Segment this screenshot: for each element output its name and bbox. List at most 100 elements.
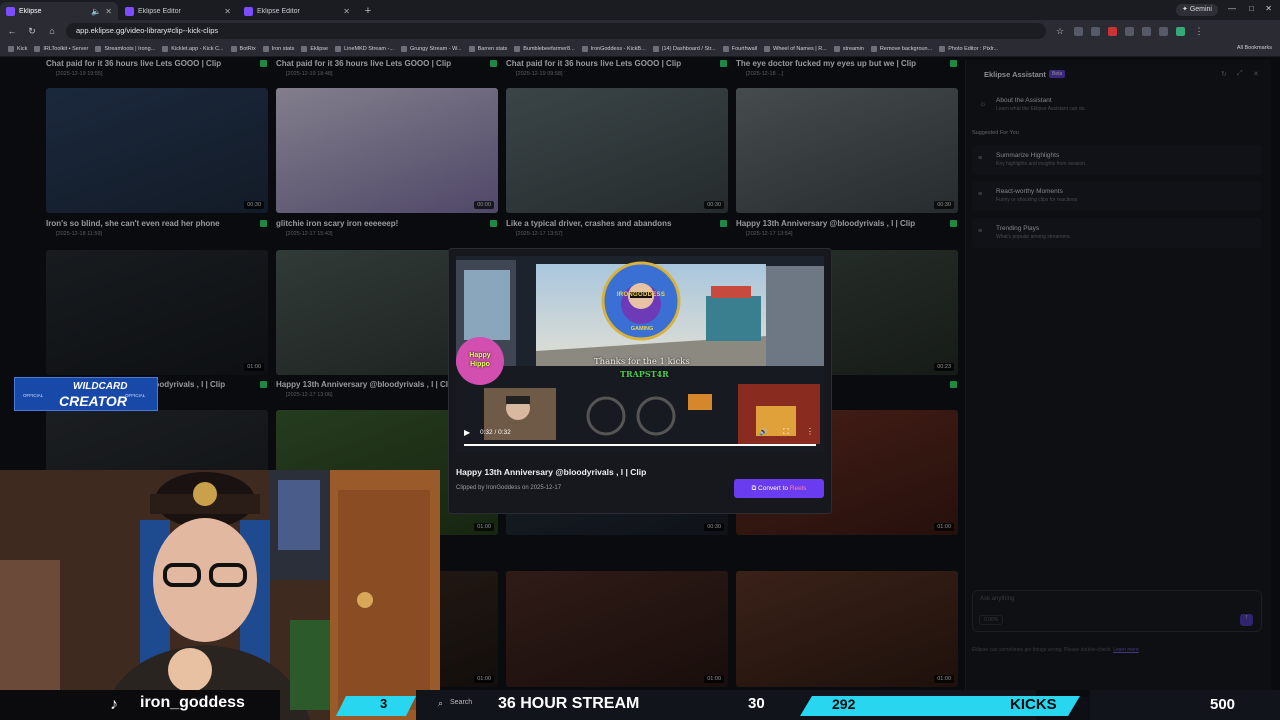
taskbar-search[interactable]: Search (450, 699, 472, 706)
volume-icon[interactable]: 🔊 (759, 428, 768, 436)
bookmark-item[interactable]: Bumblebeefarmer8... (514, 46, 575, 52)
address-bar[interactable]: app.eklipse.gg/video-library#clip--kick-… (66, 23, 1046, 39)
cam-username: iron_goddess (140, 694, 245, 711)
bookmark-item[interactable]: IronGoddess - KickB... (581, 46, 646, 52)
stat-bar-left (336, 696, 416, 716)
bookmark-item[interactable]: Barren stats (468, 46, 508, 52)
extension-icon[interactable] (1074, 26, 1083, 36)
bookmark-item[interactable]: Photo Editor : Pixlr... (939, 46, 998, 52)
video-logo-top: IRONGODDESS (616, 292, 666, 298)
stream-title-banner: 36 HOUR STREAM (498, 695, 640, 712)
video-logo-bottom: GAMING (630, 326, 654, 332)
stat-number-c: 292 (832, 696, 856, 712)
bookmark-label: Barren stats (477, 46, 508, 52)
bookmark-item[interactable]: Eklipse (301, 46, 328, 52)
tab-eklipse-editor-1[interactable]: Eklipse Editor ✕ (119, 2, 237, 20)
extension-icon[interactable] (1159, 26, 1168, 36)
bookmark-favicon-icon (262, 46, 269, 52)
bookmark-item[interactable]: streamin (833, 46, 864, 52)
kick-count: 500 (1210, 696, 1236, 713)
video-player[interactable]: IRONGODDESS GAMING Thanks for the 1 kick… (456, 256, 824, 452)
close-tab-icon[interactable]: ✕ (224, 7, 231, 16)
tab-strip: Eklipse 🔈 ✕ Eklipse Editor ✕ Eklipse Edi… (0, 0, 1280, 20)
bookmark-favicon-icon (335, 46, 342, 52)
video-frame (456, 256, 824, 452)
bookmark-label: Photo Editor : Pixlr... (948, 46, 999, 52)
new-tab-button[interactable]: + (361, 4, 375, 18)
bookmark-favicon-icon (652, 46, 659, 52)
close-window-icon[interactable]: ✕ (1265, 4, 1272, 13)
eklipse-favicon-icon (244, 6, 253, 16)
bookmark-label: Kicklet.app - Kick C... (171, 46, 224, 52)
tiktok-icon: ♪ (110, 696, 118, 713)
bookmark-favicon-icon (514, 46, 521, 52)
bookmark-label: Fourthwall (731, 46, 758, 52)
reload-icon[interactable]: ↻ (26, 26, 38, 37)
tab-label: Eklipse Editor (138, 7, 181, 15)
badge-line-2: CREATOR (59, 393, 127, 409)
stream-bottom-bar: ♪ iron_goddess 3 ⌕ Search 36 HOUR STREAM… (0, 690, 1280, 720)
extension-icon[interactable] (1091, 26, 1100, 36)
bookmark-label: streamin (842, 46, 864, 52)
maximize-icon[interactable]: □ (1249, 4, 1254, 13)
more-options-icon[interactable]: ⋮ (806, 427, 814, 436)
close-tab-icon[interactable]: ✕ (105, 7, 112, 16)
bookmark-item[interactable]: Grungy Stream - W... (400, 46, 462, 52)
bookmark-label: BotRix (239, 46, 256, 52)
bookmark-label: Iron stats (271, 46, 295, 52)
tab-eklipse[interactable]: Eklipse 🔈 ✕ (0, 2, 118, 20)
tab-label: Eklipse Editor (257, 7, 300, 15)
bookmark-favicon-icon (468, 46, 475, 52)
seek-bar[interactable] (464, 444, 816, 446)
minimize-icon[interactable]: — (1228, 4, 1236, 13)
close-tab-icon[interactable]: ✕ (343, 7, 350, 16)
gemini-button[interactable]: ✦ Gemini (1176, 4, 1218, 16)
bookmark-item[interactable]: Kick (8, 46, 27, 52)
bookmark-label: Eklipse (310, 46, 329, 52)
convert-label: Convert to (758, 485, 790, 492)
hippo-text-1: Happy (469, 352, 491, 359)
eklipse-favicon-icon (6, 6, 15, 16)
bookmark-label: IRLToolkit • Server (43, 46, 89, 52)
back-icon[interactable]: ← (6, 26, 18, 36)
bookmark-label: LineMKD Stream -... (344, 46, 394, 52)
badge-side-right: OFFICIAL (125, 393, 146, 398)
extension-icon[interactable] (1108, 26, 1117, 36)
tab-eklipse-editor-2[interactable]: Eklipse Editor ✕ (238, 2, 356, 20)
bookmark-favicon-icon (939, 46, 946, 52)
bookmark-favicon-icon (764, 46, 771, 52)
profile-avatar[interactable] (1176, 26, 1185, 36)
convert-label-highlight: Reels (789, 485, 807, 492)
bookmark-favicon-icon (722, 46, 729, 52)
bookmark-label: Kick (17, 46, 28, 52)
all-bookmarks[interactable]: All Bookmarks (1237, 45, 1272, 51)
bookmark-item[interactable]: (14) Dashboard / Str... (652, 46, 716, 52)
badge-side-left: OFFICIAL (23, 393, 44, 398)
bookmark-item[interactable]: IRLToolkit • Server (34, 46, 88, 52)
bookmark-label: Grungy Stream - W... (409, 46, 462, 52)
bookmark-item[interactable]: Iron stats (262, 46, 295, 52)
gemini-label: Gemini (1189, 6, 1212, 13)
speaker-icon[interactable]: 🔈 (91, 7, 101, 16)
fullscreen-icon[interactable]: ⛶ (783, 427, 789, 437)
bookmark-item[interactable]: Kicklet.app - Kick C... (162, 46, 224, 52)
wildcard-creator-badge: WILDCARD CREATOR OFFICIAL OFFICIAL (14, 377, 158, 411)
bookmark-item[interactable]: BotRix (230, 46, 256, 52)
bookmark-item[interactable]: LineMKD Stream -... (335, 46, 394, 52)
bookmark-item[interactable]: Wheel of Names | R... (764, 46, 827, 52)
extension-icon[interactable] (1125, 26, 1134, 36)
bookmark-item[interactable]: Streamloots | Irong... (95, 46, 155, 52)
bookmark-star-icon[interactable]: ☆ (1054, 26, 1066, 37)
video-username: TRAPST4R (620, 369, 669, 379)
home-icon[interactable]: ⌂ (46, 26, 58, 36)
bookmark-item[interactable]: Remove backgroun... (870, 46, 932, 52)
bookmark-favicon-icon (230, 46, 237, 52)
bookmark-favicon-icon (400, 46, 407, 52)
convert-to-reels-button[interactable]: ⧉ Convert to Reels (734, 479, 824, 498)
menu-icon[interactable]: ⋮ (1193, 26, 1205, 37)
bookmark-item[interactable]: Fourthwall (722, 46, 758, 52)
play-icon[interactable]: ▶ (464, 428, 470, 437)
extension-icon[interactable] (1142, 26, 1151, 36)
search-icon[interactable]: ⌕ (438, 698, 443, 709)
hippo-text-2: Hippo (470, 361, 490, 368)
